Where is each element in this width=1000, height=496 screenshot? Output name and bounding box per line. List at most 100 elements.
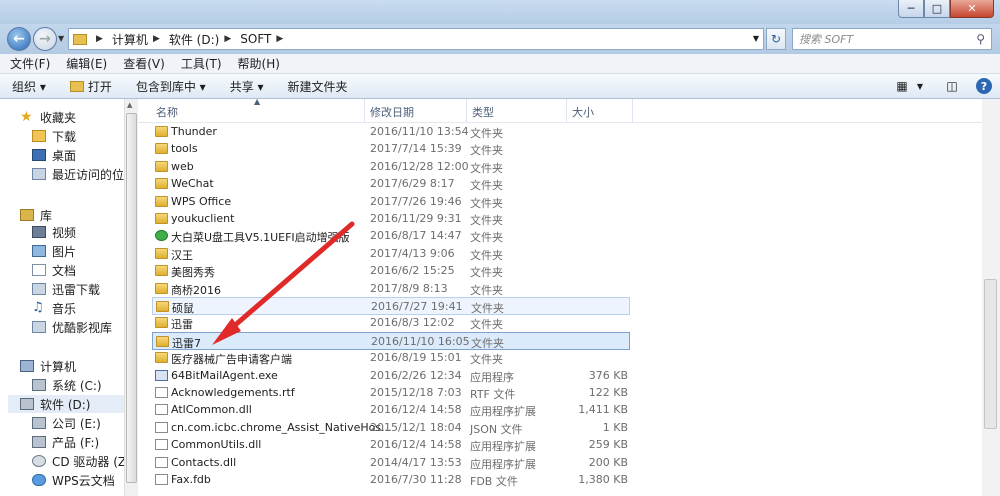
file-row[interactable]: Fax.fdb 2016/7/30 11:28 FDB 文件 1,380 KB xyxy=(152,471,630,489)
forward-button[interactable]: → xyxy=(33,27,57,51)
sidebar-item-wps-cloud[interactable]: WPS云文档 xyxy=(32,471,115,489)
view-options-icon[interactable]: ▦ xyxy=(894,78,910,94)
sidebar-item-xunlei-downloads[interactable]: 迅雷下载 xyxy=(32,280,100,298)
scrollbar-thumb[interactable] xyxy=(984,279,997,429)
file-row[interactable]: AtlCommon.dll 2016/12/4 14:58 应用程序扩展 1,411 … xyxy=(152,401,630,419)
column-divider[interactable] xyxy=(566,99,567,123)
menu-tools[interactable]: 工具(T) xyxy=(181,55,222,72)
search-input[interactable]: 搜索 SOFT ⚲ xyxy=(792,28,992,50)
recent-pages-dropdown-icon[interactable]: ▼ xyxy=(58,34,64,43)
file-row[interactable]: tools 2017/7/14 15:39 文件夹 xyxy=(152,140,630,158)
column-divider[interactable] xyxy=(632,99,633,123)
file-row[interactable]: CommonUtils.dll 2016/12/4 14:58 应用程序扩展 259 … xyxy=(152,436,630,454)
sidebar-item-label: 系统 (C:) xyxy=(52,378,102,393)
file-row[interactable]: Contacts.dll 2014/4/17 13:53 应用程序扩展 200 KB xyxy=(152,454,630,472)
file-row[interactable]: WeChat 2017/6/29 8:17 文件夹 xyxy=(152,175,630,193)
sidebar-item-pictures[interactable]: 图片 xyxy=(32,242,76,260)
star-icon: ★ xyxy=(20,109,33,125)
menu-file[interactable]: 文件(F) xyxy=(10,55,50,72)
file-type: RTF 文件 xyxy=(470,388,516,401)
chevron-right-icon[interactable]: ▶ xyxy=(276,34,283,44)
address-dropdown-icon[interactable]: ▼ xyxy=(753,34,759,43)
sidebar-favorites[interactable]: ★ 收藏夹 xyxy=(20,108,76,126)
sidebar-item-drive-f[interactable]: 产品 (F:) xyxy=(32,433,99,451)
recent-places-icon xyxy=(32,168,46,180)
sidebar-item-recent[interactable]: 最近访问的位置 xyxy=(32,165,136,183)
file-row[interactable]: 大白菜U盘工具V5.1UEFI启动增强版 2016/8/17 14:47 文件夹 xyxy=(152,227,630,245)
back-button[interactable]: ← xyxy=(7,27,31,51)
sidebar-computer[interactable]: 计算机 xyxy=(20,357,76,375)
help-icon[interactable]: ? xyxy=(976,78,992,94)
file-row[interactable]: cn.com.icbc.chrome_Assist_NativeHos... 20… xyxy=(152,419,630,437)
file-name: WeChat xyxy=(171,177,214,191)
sidebar-item-documents[interactable]: 文档 xyxy=(32,261,76,279)
share-button[interactable]: 共享 ▾ xyxy=(230,78,264,95)
sidebar-scrollbar[interactable]: ▲ xyxy=(124,99,138,496)
file-row[interactable]: 汉王 2017/4/13 9:06 文件夹 xyxy=(152,245,630,263)
minimize-button[interactable]: ─ xyxy=(898,0,924,18)
close-button[interactable]: ✕ xyxy=(950,0,994,18)
scrollbar-thumb[interactable] xyxy=(126,113,137,483)
address-bar[interactable]: ▶ 计算机 ▶ 软件 (D:) ▶ SOFT ▶ ▼ xyxy=(68,28,764,50)
menu-help[interactable]: 帮助(H) xyxy=(238,55,280,72)
breadcrumb-computer[interactable]: 计算机 xyxy=(112,31,148,48)
file-row[interactable]: 64BitMailAgent.exe 2016/2/26 12:34 应用程序 376… xyxy=(152,367,630,385)
file-row[interactable]: 迅雷 2016/8/3 12:02 文件夹 xyxy=(152,314,630,332)
file-row[interactable]: 医疗器械广告申请客户端 2016/8/19 15:01 文件夹 xyxy=(152,349,630,367)
scroll-up-icon[interactable]: ▲ xyxy=(127,101,132,109)
file-row[interactable]: Acknowledgements.rtf 2015/12/18 7:03 RTF 文… xyxy=(152,384,630,402)
sidebar-item-youku[interactable]: 优酷影视库 xyxy=(32,318,112,336)
sidebar-libraries[interactable]: 库 xyxy=(20,206,52,224)
file-name: 大白菜U盘工具V5.1UEFI启动增强版 xyxy=(171,231,350,245)
file-row[interactable]: Thunder 2016/11/10 13:54 文件夹 xyxy=(152,123,630,141)
file-row[interactable]: 迅雷7 2016/11/10 16:05 文件夹 xyxy=(152,331,630,350)
sidebar-item-music[interactable]: ♫ 音乐 xyxy=(32,299,76,317)
column-date[interactable]: 修改日期 xyxy=(370,104,414,120)
file-row[interactable]: 商桥2016 2017/8/9 8:13 文件夹 xyxy=(152,280,630,298)
preview-pane-icon[interactable]: ◫ xyxy=(944,78,960,94)
sidebar-item-downloads[interactable]: 下载 xyxy=(32,127,76,145)
drive-icon xyxy=(32,436,46,448)
column-size[interactable]: 大小 xyxy=(572,104,594,120)
file-row[interactable]: youkuclient 2016/11/29 9:31 文件夹 xyxy=(152,210,630,228)
column-divider[interactable] xyxy=(466,99,467,123)
chevron-right-icon[interactable]: ▶ xyxy=(96,34,103,44)
column-divider[interactable] xyxy=(364,99,365,123)
include-in-library-button[interactable]: 包含到库中 ▾ xyxy=(136,78,206,95)
view-dropdown-icon[interactable]: ▼ xyxy=(912,78,928,94)
breadcrumb-drive-d[interactable]: 软件 (D:) xyxy=(169,31,219,48)
refresh-button[interactable]: ↻ xyxy=(766,28,786,50)
breadcrumb-soft[interactable]: SOFT xyxy=(240,32,271,46)
column-type[interactable]: 类型 xyxy=(472,104,494,120)
file-row[interactable]: WPS Office 2017/7/26 19:46 文件夹 xyxy=(152,193,630,211)
column-name[interactable]: 名称 xyxy=(156,104,178,120)
file-type: 文件夹 xyxy=(470,248,503,262)
drive-icon xyxy=(32,379,46,391)
sidebar-item-label: 音乐 xyxy=(52,301,77,316)
sidebar-item-label: CD 驱动器 (Z:) xyxy=(52,454,135,469)
file-row[interactable]: 硕鼠 2016/7/27 19:41 文件夹 xyxy=(152,297,630,315)
file-list-scrollbar[interactable] xyxy=(982,99,1000,496)
open-button[interactable]: 打开 xyxy=(69,78,112,95)
search-icon[interactable]: ⚲ xyxy=(976,32,985,46)
sidebar-item-drive-e[interactable]: 公司 (E:) xyxy=(32,414,101,432)
sidebar-item-drive-d[interactable]: 软件 (D:) xyxy=(8,395,124,413)
sidebar-item-cd-drive[interactable]: CD 驱动器 (Z:) xyxy=(32,452,135,470)
file-date: 2016/11/10 13:54 xyxy=(370,125,469,138)
file-date: 2016/8/19 15:01 xyxy=(370,351,462,365)
sidebar-item-desktop[interactable]: 桌面 xyxy=(32,146,76,164)
organize-button[interactable]: 组织 ▾ xyxy=(12,78,46,95)
file-row[interactable]: web 2016/12/28 12:00 文件夹 xyxy=(152,158,630,176)
maximize-button[interactable]: □ xyxy=(924,0,950,18)
menu-view[interactable]: 查看(V) xyxy=(123,55,165,72)
menu-edit[interactable]: 编辑(E) xyxy=(66,55,107,72)
new-folder-button[interactable]: 新建文件夹 xyxy=(288,78,348,95)
sidebar-heading: 计算机 xyxy=(40,359,77,374)
file-name: 迅雷 xyxy=(171,318,193,332)
sidebar-item-drive-c[interactable]: 系统 (C:) xyxy=(32,376,102,394)
chevron-right-icon[interactable]: ▶ xyxy=(224,34,231,44)
file-row[interactable]: 美图秀秀 2016/6/2 15:25 文件夹 xyxy=(152,262,630,280)
sidebar-item-videos[interactable]: 视频 xyxy=(32,223,76,241)
chevron-right-icon[interactable]: ▶ xyxy=(153,34,160,44)
file-type: 应用程序扩展 xyxy=(470,457,536,471)
